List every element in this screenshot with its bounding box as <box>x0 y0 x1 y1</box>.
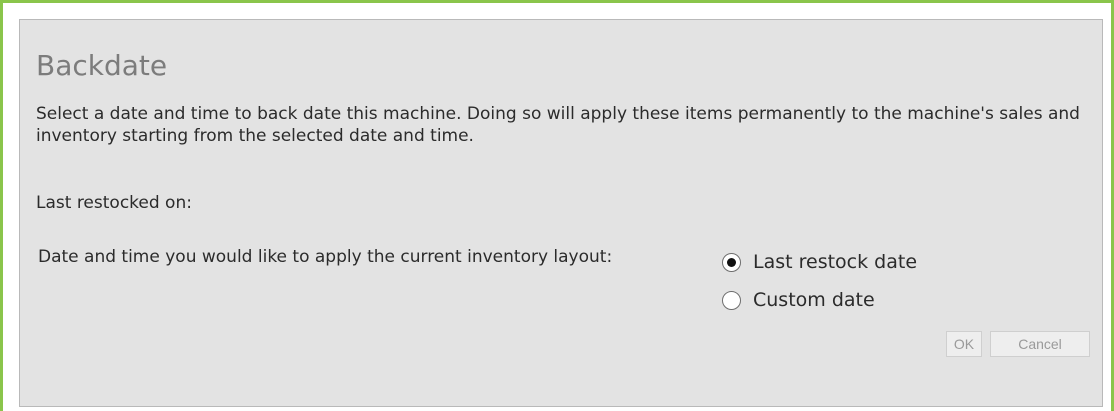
outer-frame: Backdate Select a date and time to back … <box>0 0 1114 411</box>
dialog-description: Select a date and time to back date this… <box>36 104 1080 146</box>
radio-button-selected[interactable] <box>722 252 741 272</box>
ok-button[interactable]: OK <box>946 331 982 357</box>
radio-option-last-restock[interactable]: Last restock date <box>722 250 917 274</box>
dialog-title: Backdate <box>36 49 168 82</box>
radio-option-custom-date[interactable]: Custom date <box>722 288 875 312</box>
radio-label-custom-date: Custom date <box>753 289 875 311</box>
backdate-dialog: Backdate Select a date and time to back … <box>19 19 1103 407</box>
radio-button-unselected[interactable] <box>722 290 741 310</box>
apply-date-label: Date and time you would like to apply th… <box>38 247 613 267</box>
cancel-button[interactable]: Cancel <box>990 331 1090 357</box>
radio-label-last-restock: Last restock date <box>753 251 918 273</box>
last-restocked-label: Last restocked on: <box>36 193 192 213</box>
